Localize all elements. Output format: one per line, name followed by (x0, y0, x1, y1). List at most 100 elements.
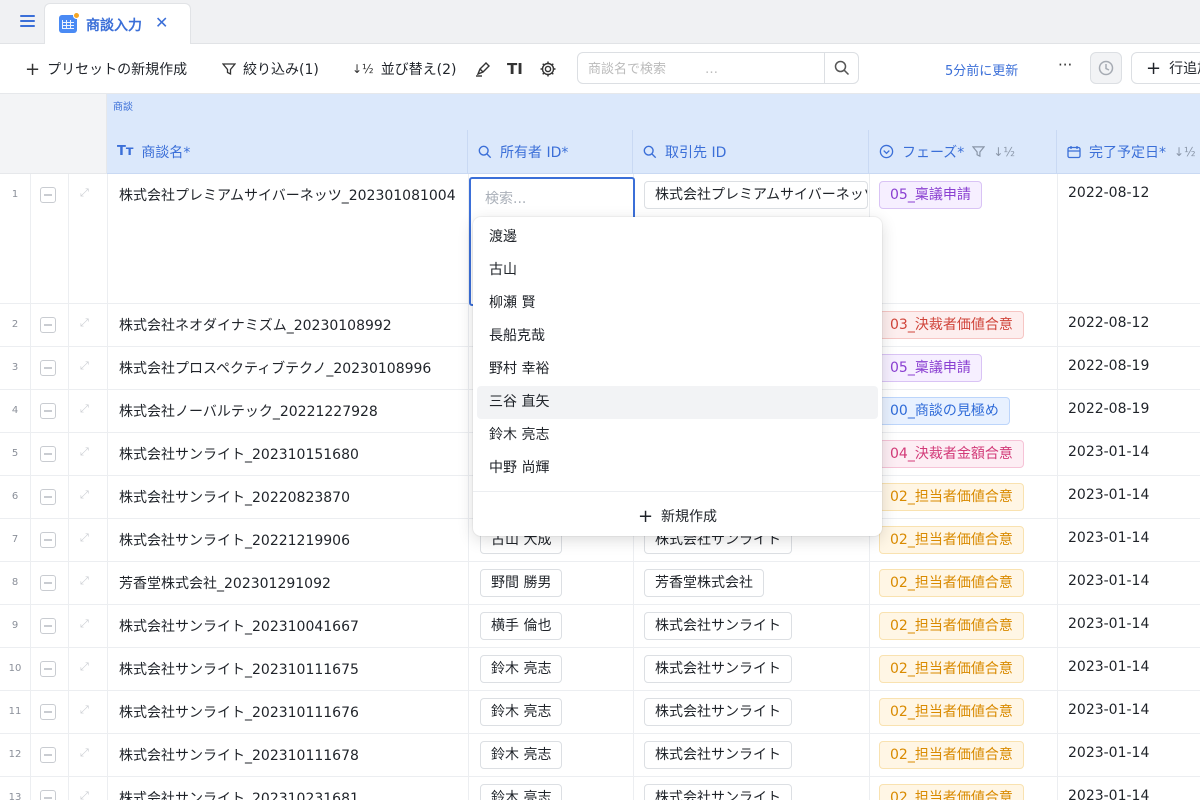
owner-option[interactable]: 野村 幸裕 (477, 353, 878, 386)
owner-chip[interactable]: 鈴木 亮志 (480, 741, 563, 769)
row-checkbox[interactable] (40, 489, 56, 505)
phase-badge[interactable]: 05_稟議申請 (879, 354, 982, 382)
owner-option[interactable]: 長船克哉 (477, 320, 878, 353)
history-button[interactable] (1090, 52, 1122, 84)
close-icon[interactable]: ✕ (155, 13, 168, 32)
table-row[interactable]: 12 ⤢ 株式会社サンライト_202310111678 鈴木 亮志 株式会社サンライト 0… (0, 734, 1200, 777)
account-chip[interactable]: 株式会社プレミアムサイバーネッツ (644, 181, 868, 209)
deal-name-cell[interactable]: 芳香堂株式会社_202301291092 (119, 573, 331, 593)
phase-badge[interactable]: 05_稟議申請 (879, 181, 982, 209)
sort-button[interactable]: ↓½ 並び替え(2) (352, 58, 457, 80)
highlight-button[interactable] (474, 58, 492, 80)
deal-name-cell[interactable]: 株式会社サンライト_202310111676 (119, 702, 359, 722)
expand-row-icon[interactable]: ⤢ (80, 703, 89, 717)
owner-option[interactable]: 古山 (477, 254, 878, 287)
expand-row-icon[interactable]: ⤢ (80, 359, 89, 373)
row-checkbox[interactable] (40, 790, 56, 800)
owner-chip[interactable]: 鈴木 亮志 (480, 655, 563, 683)
deal-name-cell[interactable]: 株式会社サンライト_202310041667 (119, 616, 359, 636)
row-checkbox[interactable] (40, 532, 56, 548)
search-input[interactable] (588, 59, 823, 79)
close-date-cell[interactable]: 2023-01-14 (1068, 487, 1149, 503)
create-new-button[interactable]: + 新規作成 (473, 502, 882, 530)
close-date-cell[interactable]: 2023-01-14 (1068, 530, 1149, 546)
account-chip[interactable]: 株式会社サンライト (644, 612, 792, 640)
close-date-cell[interactable]: 2023-01-14 (1068, 745, 1149, 761)
account-chip[interactable]: 株式会社サンライト (644, 698, 792, 726)
close-date-cell[interactable]: 2022-08-19 (1068, 358, 1149, 374)
column-header-owner[interactable]: 所有者 ID* (468, 130, 633, 174)
table-row[interactable]: 11 ⤢ 株式会社サンライト_202310111676 鈴木 亮志 株式会社サンライト 0… (0, 691, 1200, 734)
column-header-deal-name[interactable]: Tт 商談名* (107, 130, 468, 174)
table-row[interactable]: 8 ⤢ 芳香堂株式会社_202301291092 野間 勝男 芳香堂株式会社 02_担当者… (0, 562, 1200, 605)
phase-badge[interactable]: 02_担当者価値合意 (879, 698, 1024, 726)
phase-badge[interactable]: 02_担当者価値合意 (879, 741, 1024, 769)
account-chip[interactable]: 株式会社サンライト (644, 741, 792, 769)
new-preset-button[interactable]: + プリセットの新規作成 (25, 58, 187, 80)
owner-option[interactable]: 三谷 直矢 (477, 386, 878, 419)
column-header-phase[interactable]: フェーズ* ↓½ (869, 130, 1057, 174)
expand-row-icon[interactable]: ⤢ (80, 316, 89, 330)
expand-row-icon[interactable]: ⤢ (80, 531, 89, 545)
deal-name-cell[interactable]: 株式会社ネオダイナミズム_20230108992 (119, 315, 392, 335)
column-header-close-date[interactable]: 完了予定日* ↓½ (1057, 130, 1200, 174)
phase-badge[interactable]: 00_商談の見極め (879, 397, 1010, 425)
phase-badge[interactable]: 03_決裁者価値合意 (879, 311, 1024, 339)
row-checkbox[interactable] (40, 403, 56, 419)
expand-row-icon[interactable]: ⤢ (80, 488, 89, 502)
table-row[interactable]: 13 ⤢ 株式会社サンライト_202310231681 鈴木 亮志 株式会社サンライト 0… (0, 777, 1200, 800)
owner-option[interactable]: 渡邊 (477, 221, 878, 254)
owner-chip[interactable]: 鈴木 亮志 (480, 698, 563, 726)
row-checkbox[interactable] (40, 360, 56, 376)
account-chip[interactable]: 株式会社サンライト (644, 655, 792, 683)
close-date-cell[interactable]: 2023-01-14 (1068, 788, 1149, 800)
expand-row-icon[interactable]: ⤢ (80, 186, 89, 200)
row-checkbox[interactable] (40, 661, 56, 677)
deal-name-cell[interactable]: 株式会社サンライト_202310151680 (119, 444, 359, 464)
owner-option[interactable]: 柳瀬 賢 (477, 287, 878, 320)
expand-row-icon[interactable]: ⤢ (80, 402, 89, 416)
column-header-account[interactable]: 取引先 ID (633, 130, 869, 174)
row-checkbox[interactable] (40, 446, 56, 462)
account-chip[interactable]: 株式会社サンライト (644, 784, 792, 800)
row-checkbox[interactable] (40, 575, 56, 591)
phase-badge[interactable]: 02_担当者価値合意 (879, 483, 1024, 511)
close-date-cell[interactable]: 2022-08-19 (1068, 401, 1149, 417)
row-checkbox[interactable] (40, 187, 56, 203)
phase-badge[interactable]: 02_担当者価値合意 (879, 526, 1024, 554)
deal-name-cell[interactable]: 株式会社サンライト_202310111675 (119, 659, 359, 679)
phase-badge[interactable]: 04_決裁者金額合意 (879, 440, 1024, 468)
deal-name-cell[interactable]: 株式会社サンライト_20220823870 (119, 487, 350, 507)
owner-chip[interactable]: 鈴木 亮志 (480, 784, 563, 800)
expand-row-icon[interactable]: ⤢ (80, 574, 89, 588)
close-date-cell[interactable]: 2023-01-14 (1068, 444, 1149, 460)
phase-badge[interactable]: 02_担当者価値合意 (879, 784, 1024, 800)
phase-badge[interactable]: 02_担当者価値合意 (879, 655, 1024, 683)
deal-name-cell[interactable]: 株式会社サンライト_202310231681 (119, 788, 359, 800)
close-date-cell[interactable]: 2022-08-12 (1068, 315, 1149, 331)
owner-option[interactable]: 中野 尚輝 (477, 452, 878, 485)
close-date-cell[interactable]: 2022-08-12 (1068, 185, 1149, 201)
close-date-cell[interactable]: 2023-01-14 (1068, 702, 1149, 718)
owner-chip[interactable]: 野間 勝男 (480, 569, 563, 597)
filter-icon[interactable] (972, 145, 986, 158)
add-row-button[interactable]: + 行追加 (1131, 52, 1200, 84)
expand-row-icon[interactable]: ⤢ (80, 617, 89, 631)
expand-row-icon[interactable]: ⤢ (80, 789, 89, 800)
sort-icon[interactable]: ↓½ (1174, 145, 1196, 159)
table-row[interactable]: 10 ⤢ 株式会社サンライト_202310111675 鈴木 亮志 株式会社サンライト 0… (0, 648, 1200, 691)
owner-chip[interactable]: 横手 倫也 (480, 612, 563, 640)
owner-search-input[interactable] (485, 189, 615, 209)
deal-name-cell[interactable]: 株式会社ノーバルテック_20221227928 (119, 401, 378, 421)
close-date-cell[interactable]: 2023-01-14 (1068, 616, 1149, 632)
expand-row-icon[interactable]: ⤢ (80, 445, 89, 459)
phase-badge[interactable]: 02_担当者価値合意 (879, 569, 1024, 597)
search-button[interactable] (824, 53, 858, 83)
owner-option[interactable]: 鈴木 亮志 (477, 419, 878, 452)
text-size-button[interactable]: TI (507, 58, 523, 80)
expand-row-icon[interactable]: ⤢ (80, 746, 89, 760)
row-checkbox[interactable] (40, 317, 56, 333)
filter-button[interactable]: 絞り込み(1) (222, 58, 319, 80)
tab-deal-input[interactable]: 商談入力 ✕ (44, 3, 191, 44)
row-checkbox[interactable] (40, 747, 56, 763)
